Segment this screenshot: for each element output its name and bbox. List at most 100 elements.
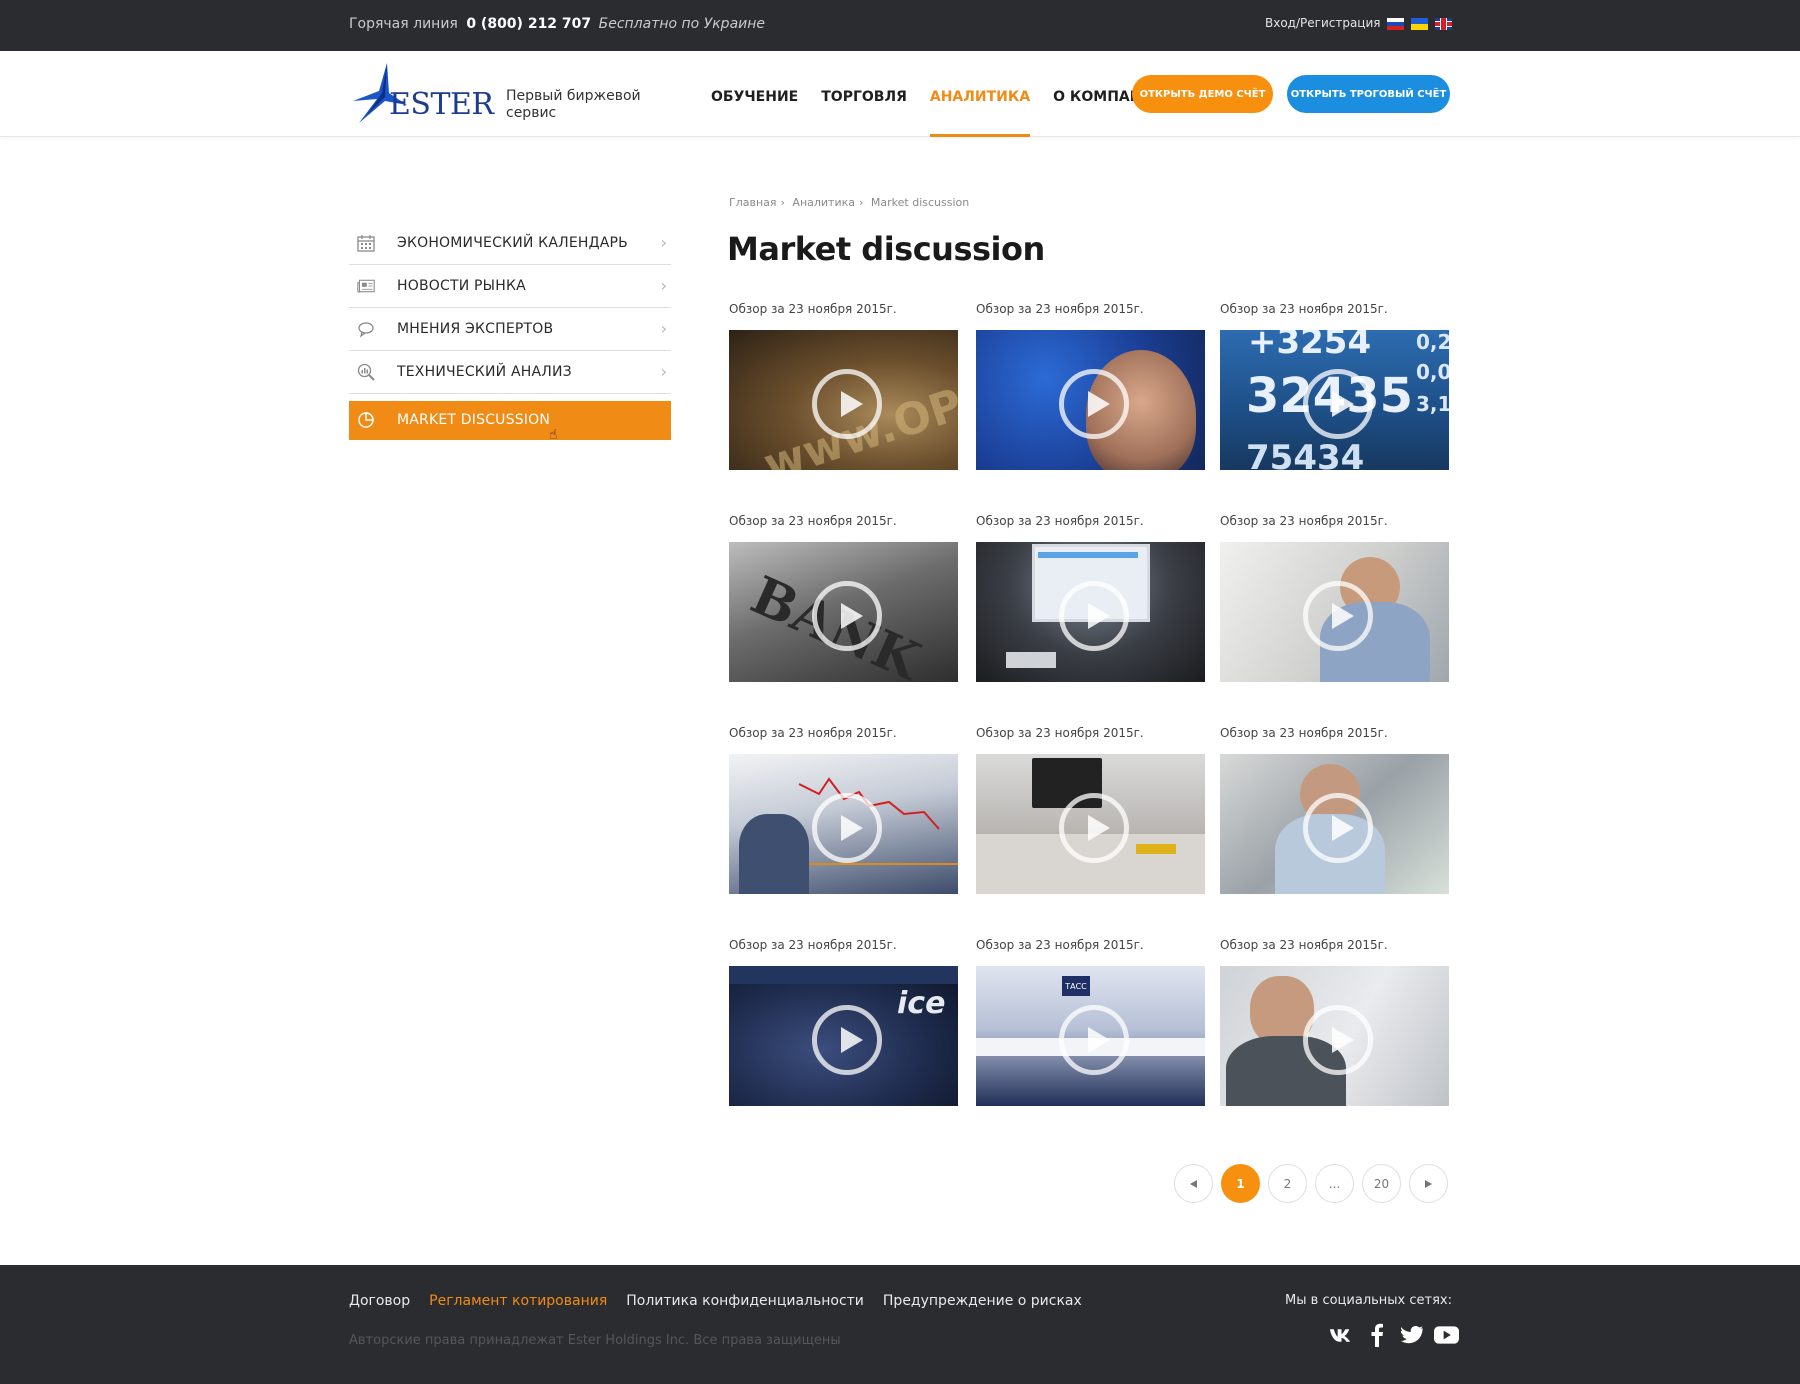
calendar-icon bbox=[357, 235, 375, 252]
video-card[interactable]: Обзор за 23 ноября 2015г. ТАСС bbox=[976, 938, 1205, 1106]
video-thumbnail[interactable] bbox=[1220, 754, 1449, 894]
sidebar-item-label: ЭКОНОМИЧЕСКИЙ КАЛЕНДАРЬ bbox=[397, 235, 628, 251]
play-icon[interactable] bbox=[812, 581, 882, 651]
sidebar-item-label: МНЕНИЯ ЭКСПЕРТОВ bbox=[397, 321, 554, 337]
video-thumbnail[interactable]: www.OPEC bbox=[729, 330, 958, 470]
video-card[interactable]: Обзор за 23 ноября 2015г. bbox=[976, 514, 1205, 682]
breadcrumb-separator: › bbox=[859, 196, 864, 209]
tass-sign: ТАСС bbox=[1062, 976, 1090, 996]
header: ESTER Первый биржевой сервис ОБУЧЕНИЕ ТО… bbox=[0, 51, 1800, 137]
footer-link-risk-warning[interactable]: Предупреждение о рисках bbox=[883, 1293, 1082, 1309]
footer-link-privacy[interactable]: Политика конфиденциальности bbox=[626, 1293, 864, 1309]
footer: Договор Регламент котирования Политика к… bbox=[0, 1265, 1800, 1384]
ukrainian-flag-icon[interactable] bbox=[1411, 18, 1428, 30]
page-button[interactable]: 2 bbox=[1268, 1164, 1307, 1203]
video-date: Обзор за 23 ноября 2015г. bbox=[976, 726, 1144, 740]
chevron-right-icon: › bbox=[660, 233, 667, 252]
play-icon[interactable] bbox=[1303, 793, 1373, 863]
english-flag-icon[interactable] bbox=[1435, 18, 1452, 30]
footer-link-contract[interactable]: Договор bbox=[349, 1293, 410, 1309]
video-card[interactable]: Обзор за 23 ноября 2015г. +3254 32435 75… bbox=[1220, 302, 1449, 470]
sidebar-item-market-news[interactable]: НОВОСТИ РЫНКА › bbox=[349, 265, 671, 308]
play-icon[interactable] bbox=[812, 793, 882, 863]
video-card[interactable]: Обзор за 23 ноября 2015г. bbox=[729, 726, 958, 894]
play-icon[interactable] bbox=[1059, 581, 1129, 651]
breadcrumb-current: Market discussion bbox=[870, 196, 970, 209]
play-icon[interactable] bbox=[1303, 1005, 1373, 1075]
breadcrumb-separator: › bbox=[780, 196, 785, 209]
video-thumbnail[interactable] bbox=[729, 754, 958, 894]
page-button[interactable]: 1 bbox=[1221, 1164, 1260, 1203]
sidebar-item-market-discussion[interactable]: MARKET DISCUSSION ☝ bbox=[349, 401, 671, 443]
login-register-link[interactable]: Вход/Регистрация bbox=[1265, 16, 1380, 30]
logo-text: ESTER bbox=[389, 87, 494, 122]
video-date: Обзор за 23 ноября 2015г. bbox=[1220, 726, 1388, 740]
play-icon[interactable] bbox=[1059, 369, 1129, 439]
pagination: 1 2 ... 20 bbox=[1174, 1164, 1448, 1203]
video-card[interactable]: Обзор за 23 ноября 2015г. bbox=[976, 302, 1205, 470]
play-icon[interactable] bbox=[1059, 793, 1129, 863]
video-thumbnail[interactable] bbox=[1220, 966, 1449, 1106]
logo[interactable]: ESTER bbox=[349, 61, 494, 125]
magnifier-chart-icon bbox=[357, 363, 375, 381]
video-date: Обзор за 23 ноября 2015г. bbox=[729, 726, 897, 740]
twitter-icon[interactable] bbox=[1399, 1324, 1424, 1346]
breadcrumb: Главная › Аналитика › Market discussion bbox=[729, 196, 973, 209]
play-icon[interactable] bbox=[812, 1005, 882, 1075]
video-card[interactable]: Обзор за 23 ноября 2015г. www.OPEC bbox=[729, 302, 958, 470]
pie-chart-icon bbox=[358, 412, 374, 428]
russian-flag-icon[interactable] bbox=[1387, 18, 1404, 30]
video-thumbnail[interactable]: ТАСС bbox=[976, 966, 1205, 1106]
hotline-phone[interactable]: 0 (800) 212 707 bbox=[466, 16, 591, 32]
nav-item-analytics[interactable]: АНАЛИТИКА bbox=[929, 51, 1031, 137]
chevron-right-icon: › bbox=[660, 319, 667, 338]
sidebar-item-technical-analysis[interactable]: ТЕХНИЧЕСКИЙ АНАЛИЗ › bbox=[349, 351, 671, 394]
language-switcher bbox=[1387, 18, 1452, 30]
video-card[interactable]: Обзор за 23 ноября 2015г. BANK bbox=[729, 514, 958, 682]
facebook-icon[interactable] bbox=[1364, 1323, 1389, 1347]
sidebar-item-label: ТЕХНИЧЕСКИЙ АНАЛИЗ bbox=[397, 364, 572, 380]
breadcrumb-analytics[interactable]: Аналитика bbox=[792, 196, 859, 209]
hotline-note: Бесплатно по Украине bbox=[598, 16, 766, 32]
video-thumbnail[interactable] bbox=[976, 542, 1205, 682]
chevron-right-icon: › bbox=[660, 362, 667, 381]
nav-item-learning[interactable]: ОБУЧЕНИЕ bbox=[711, 51, 798, 137]
breadcrumb-home[interactable]: Главная bbox=[729, 196, 781, 209]
footer-links: Договор Регламент котирования Политика к… bbox=[349, 1293, 1082, 1309]
footer-link-quoting-rules[interactable]: Регламент котирования bbox=[429, 1293, 607, 1309]
video-card[interactable]: Обзор за 23 ноября 2015г. bbox=[1220, 726, 1449, 894]
play-icon[interactable] bbox=[1059, 1005, 1129, 1075]
vk-icon[interactable] bbox=[1329, 1324, 1354, 1346]
youtube-icon[interactable] bbox=[1434, 1324, 1459, 1346]
social-title: Мы в социальных сетях: bbox=[1285, 1293, 1452, 1308]
prev-page-button[interactable] bbox=[1174, 1164, 1213, 1203]
video-thumbnail[interactable] bbox=[976, 754, 1205, 894]
sidebar-item-expert-opinions[interactable]: МНЕНИЯ ЭКСПЕРТОВ › bbox=[349, 308, 671, 351]
video-thumbnail[interactable]: +3254 32435 75434 0,25 0,02 3,16 bbox=[1220, 330, 1449, 470]
video-card[interactable]: Обзор за 23 ноября 2015г. bbox=[1220, 938, 1449, 1106]
video-thumbnail[interactable]: ice bbox=[729, 966, 958, 1106]
sidebar-item-economic-calendar[interactable]: ЭКОНОМИЧЕСКИЙ КАЛЕНДАРЬ › bbox=[349, 222, 671, 265]
video-date: Обзор за 23 ноября 2015г. bbox=[976, 938, 1144, 952]
next-page-button[interactable] bbox=[1409, 1164, 1448, 1203]
open-trading-account-button[interactable]: Открыть троговый счёт bbox=[1287, 75, 1450, 113]
nav-item-trading[interactable]: ТОРГОВЛЯ bbox=[821, 51, 907, 137]
video-card[interactable]: Обзор за 23 ноября 2015г. bbox=[1220, 514, 1449, 682]
video-date: Обзор за 23 ноября 2015г. bbox=[729, 938, 897, 952]
play-icon[interactable] bbox=[1303, 581, 1373, 651]
social-links bbox=[1329, 1323, 1459, 1347]
video-card[interactable]: Обзор за 23 ноября 2015г. bbox=[976, 726, 1205, 894]
newspaper-icon bbox=[357, 279, 375, 293]
open-demo-account-button[interactable]: Открыть демо счёт bbox=[1132, 75, 1273, 113]
sidebar: ЭКОНОМИЧЕСКИЙ КАЛЕНДАРЬ › НОВОСТИ РЫНКА … bbox=[349, 222, 671, 443]
play-icon[interactable] bbox=[812, 369, 882, 439]
play-icon[interactable] bbox=[1303, 369, 1373, 439]
video-thumbnail[interactable]: BANK bbox=[729, 542, 958, 682]
page-button[interactable]: 20 bbox=[1362, 1164, 1401, 1203]
video-card[interactable]: Обзор за 23 ноября 2015г. ice bbox=[729, 938, 958, 1106]
video-date: Обзор за 23 ноября 2015г. bbox=[729, 514, 897, 528]
arrow-right-icon bbox=[1425, 1179, 1432, 1188]
sidebar-item-label: НОВОСТИ РЫНКА bbox=[397, 278, 526, 294]
video-thumbnail[interactable] bbox=[1220, 542, 1449, 682]
video-thumbnail[interactable] bbox=[976, 330, 1205, 470]
